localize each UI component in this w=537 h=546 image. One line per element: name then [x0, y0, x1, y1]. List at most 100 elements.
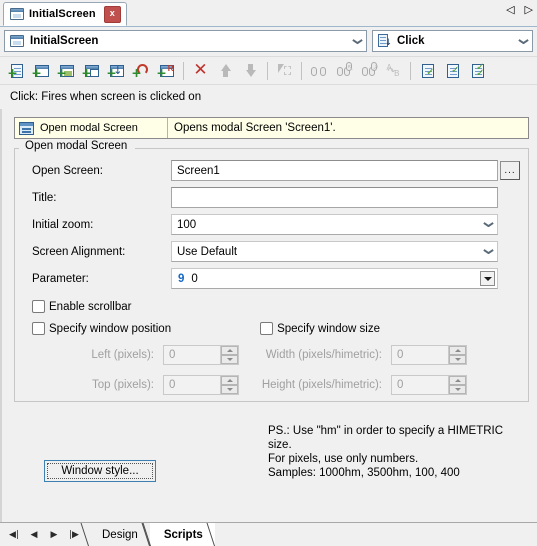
tab-nav-next-icon[interactable]: ▶ — [44, 530, 64, 540]
close-icon[interactable]: x — [103, 5, 121, 23]
left-pixels-stepper[interactable]: 0 — [163, 345, 239, 365]
toolbar-separator — [301, 61, 302, 80]
group-legend: Open modal Screen — [21, 140, 132, 152]
tab-scripts-label: Scripts — [163, 528, 203, 541]
width-label: Width (pixels/himetric): — [265, 349, 382, 361]
top-pixels-decrement-icon[interactable] — [221, 385, 238, 394]
parameter-value: 0 — [191, 272, 198, 285]
field-row-screen-alignment: Screen Alignment: Use Default — [23, 239, 520, 264]
title-label: Title: — [32, 191, 57, 204]
find-next-icon[interactable]: ↗ — [356, 59, 381, 82]
toolbar-separator — [183, 61, 184, 80]
tab-nav-first-icon[interactable]: ◀| — [4, 530, 24, 540]
height-decrement-icon[interactable] — [449, 385, 466, 394]
specify-window-position-label: Specify window position — [49, 322, 172, 335]
action-row[interactable]: Open modal Screen — [15, 118, 168, 138]
initial-zoom-combo[interactable]: 100 — [171, 214, 498, 235]
height-value: 0 — [397, 379, 404, 391]
bottom-tabbar: ◀| ◀ ▶ |▶ Design Scripts — [0, 522, 537, 546]
left-pixels-label: Left (pixels): — [91, 349, 154, 361]
new-image-icon[interactable]: + — [54, 59, 79, 82]
action-detail: Opens modal Screen 'Screen1'. — [174, 122, 336, 134]
chevron-down-icon[interactable] — [479, 222, 497, 227]
specify-window-size-checkbox[interactable] — [260, 322, 274, 335]
height-stepper[interactable]: 0 — [391, 375, 467, 395]
parameter-label: Parameter: — [32, 272, 89, 285]
window-style-button[interactable]: Window style... — [44, 460, 156, 482]
screen-alignment-label: Screen Alignment: — [32, 245, 126, 258]
specify-window-size-label: Specify window size — [277, 322, 380, 335]
chevron-down-icon[interactable] — [514, 31, 532, 51]
width-increment-icon[interactable] — [449, 346, 466, 355]
validate-document-icon[interactable]: ✓ — [440, 59, 465, 82]
tab-nav-last-icon[interactable]: |▶ — [64, 530, 84, 540]
delete-icon[interactable]: ✕ — [188, 59, 213, 82]
left-pixels-increment-icon[interactable] — [221, 346, 238, 355]
find-previous-icon[interactable]: ↖ — [331, 59, 356, 82]
check-document-icon[interactable]: ✓ — [415, 59, 440, 82]
top-pixels-increment-icon[interactable] — [221, 376, 238, 385]
action-list: Open modal Screen Opens modal Screen 'Sc… — [14, 117, 529, 139]
initial-zoom-label: Initial zoom: — [32, 218, 94, 231]
field-row-parameter: Parameter: 9 0 — [23, 266, 520, 291]
script-editor-window: InitialScreen x ◁ ▷ InitialScreen ↓ Clic… — [0, 0, 537, 546]
tabstrip-prev-icon[interactable]: ◁ — [506, 3, 514, 16]
spinner-row-left-width: Left (pixels): 0 Width (pixels/himetric)… — [23, 345, 520, 365]
screen-alignment-value: Use Default — [177, 245, 238, 258]
parameter-token: 9 — [178, 272, 185, 285]
open-screen-input[interactable]: Screen1 — [171, 160, 498, 181]
open-screen-browse-button[interactable]: ... — [500, 161, 520, 180]
top-pixels-value: 0 — [169, 379, 176, 391]
width-stepper[interactable]: 0 — [391, 345, 467, 365]
parameter-dropdown-icon[interactable] — [480, 271, 495, 286]
enable-scrollbar-checkbox[interactable] — [32, 300, 45, 313]
modal-screen-icon — [19, 121, 34, 135]
editor-body: Open modal Screen Opens modal Screen 'Sc… — [0, 109, 537, 522]
action-name: Open modal Screen — [40, 122, 138, 134]
event-selector-combo[interactable]: ↓ Click — [372, 30, 533, 52]
left-pixels-decrement-icon[interactable] — [221, 355, 238, 364]
new-window-icon[interactable]: + — [79, 59, 104, 82]
toolbar-separator — [410, 61, 411, 80]
new-event-icon[interactable]: + — [4, 59, 29, 82]
move-up-icon[interactable] — [213, 59, 238, 82]
event-selector-value: Click — [397, 35, 425, 47]
view-tabs: Design Scripts — [80, 523, 215, 546]
document-tab-initialscreen[interactable]: InitialScreen x — [3, 2, 127, 26]
tab-design[interactable]: Design — [80, 523, 150, 546]
top-pixels-stepper[interactable]: 0 — [163, 375, 239, 395]
replace-icon[interactable]: A B ↷ — [381, 59, 406, 82]
width-decrement-icon[interactable] — [449, 355, 466, 364]
open-modal-screen-group: Open modal Screen Open Screen: Screen1 .… — [14, 140, 529, 482]
parameter-input[interactable]: 9 0 — [171, 268, 498, 289]
event-description: Click: Fires when screen is clicked on — [0, 84, 537, 109]
new-screen-icon[interactable]: + — [29, 59, 54, 82]
initial-zoom-value: 100 — [177, 218, 197, 231]
chevron-down-icon[interactable] — [348, 31, 366, 51]
find-icon[interactable] — [306, 59, 331, 82]
group-border-left — [15, 148, 19, 149]
tab-scripts[interactable]: Scripts — [142, 523, 215, 546]
insert-report-icon[interactable]: + R — [154, 59, 179, 82]
tabstrip-next-icon[interactable]: ▷ — [525, 3, 533, 16]
tab-nav-group: ◀| ◀ ▶ |▶ — [4, 523, 88, 546]
validate-all-icon[interactable]: ✓ ✓ — [465, 59, 490, 82]
tab-design-label: Design — [102, 528, 138, 541]
insert-download-icon[interactable]: + ↓ — [104, 59, 129, 82]
height-increment-icon[interactable] — [449, 376, 466, 385]
object-selector-combo[interactable]: InitialScreen — [4, 30, 367, 52]
himetric-note: PS.: Use "hm" in order to specify a HIME… — [268, 425, 504, 479]
screen-alignment-combo[interactable]: Use Default — [171, 241, 498, 262]
field-row-open-screen: Open Screen: Screen1 ... — [23, 158, 520, 183]
tab-nav-prev-icon[interactable]: ◀ — [24, 530, 44, 540]
move-down-icon[interactable] — [238, 59, 263, 82]
specify-window-position-checkbox[interactable] — [32, 322, 45, 335]
title-input[interactable] — [171, 187, 498, 208]
window-icon — [10, 8, 24, 20]
window-style-button-wrap: Window style... — [44, 460, 156, 482]
checkbox-row-enable-scrollbar: Enable scrollbar — [23, 300, 520, 313]
editor-toolbar: + + + + + ↓ + + R ✕ ↖ ↗ A B ↷ ✓ ✓ ✓ ✓ — [0, 56, 537, 84]
insert-refresh-icon[interactable]: + — [129, 59, 154, 82]
chevron-down-icon[interactable] — [479, 249, 497, 254]
pointer-select-icon[interactable] — [272, 59, 297, 82]
